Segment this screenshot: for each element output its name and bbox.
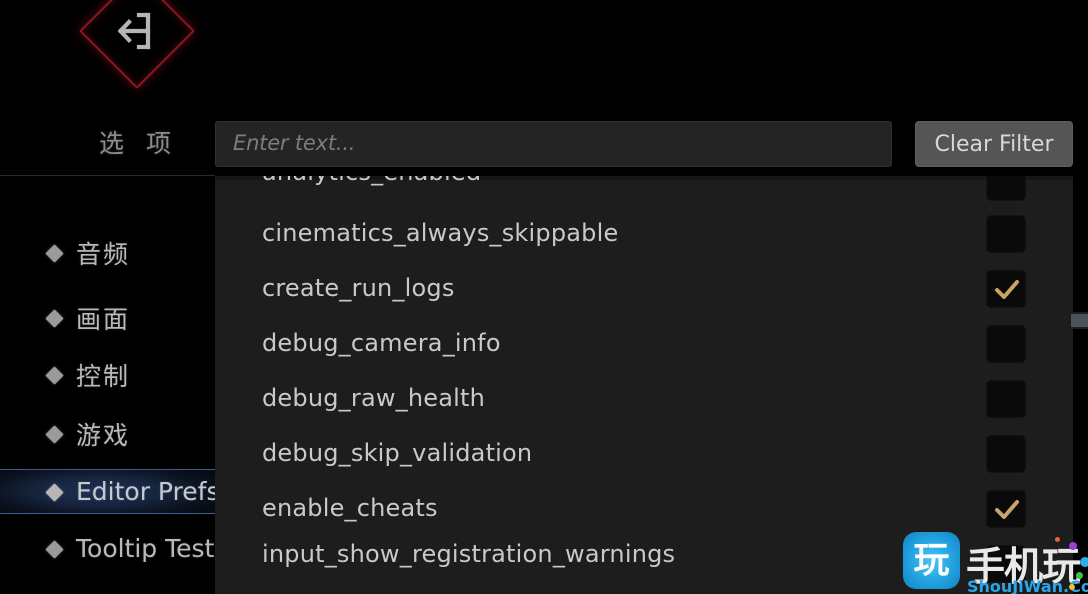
setting-label: debug_skip_validation (262, 438, 533, 467)
vertical-scrollbar-thumb[interactable] (1071, 312, 1088, 329)
setting-row[interactable]: enable_cheats (215, 481, 1073, 536)
setting-label: input_show_registration_warnings (262, 539, 676, 568)
checkbox-unchecked[interactable] (986, 176, 1026, 201)
search-input[interactable]: Enter text... (215, 121, 892, 167)
watermark-badge-char: 玩 (913, 539, 950, 581)
sidebar-item-label: 游戏 (76, 420, 131, 450)
diamond-bullet-icon (45, 424, 64, 444)
back-exit-arrow-icon (117, 12, 151, 50)
diamond-bullet-icon (45, 308, 64, 328)
setting-row[interactable]: cinematics_always_skippable (215, 206, 1073, 261)
setting-row[interactable]: create_run_logs (215, 261, 1073, 316)
sidebar-nav: 音频画面控制游戏 Editor Prefs Tooltip Test 系统设置 (0, 176, 215, 594)
page-title: 选 项 (99, 129, 178, 158)
setting-row[interactable]: debug_raw_health (215, 371, 1073, 426)
checkmark-icon (992, 275, 1022, 305)
options-screen: 选 项 Enter text... Clear Filter 音频画面控制游戏 E… (0, 0, 1088, 594)
sidebar-item-label: Tooltip Test (76, 534, 215, 563)
clear-filter-button[interactable]: Clear Filter (915, 121, 1073, 167)
sidebar-item-label: 系统设置 (76, 588, 184, 594)
checkbox-checked[interactable] (986, 489, 1026, 528)
sidebar-item-5[interactable]: Editor Prefs (0, 469, 215, 514)
setting-label: create_run_logs (262, 273, 455, 302)
sidebar-item-label: 画面 (76, 304, 131, 334)
diamond-bullet-icon (45, 243, 64, 263)
watermark-badge-icon: 玩 (903, 532, 960, 589)
watermark: 玩 手机玩 ShouJiWan.Com (903, 532, 1088, 594)
sidebar-item-label: 控制 (76, 361, 131, 391)
setting-row[interactable]: analytics_enabled (215, 176, 1073, 209)
sidebar-item-label: 音频 (76, 239, 131, 269)
checkbox-checked[interactable] (986, 269, 1026, 308)
setting-label: debug_camera_info (262, 328, 501, 357)
setting-label: analytics_enabled (262, 176, 481, 186)
diamond-bullet-icon (45, 482, 64, 502)
checkbox-unchecked[interactable] (986, 324, 1026, 363)
back-button[interactable] (79, 0, 204, 98)
checkmark-icon (992, 495, 1022, 525)
setting-row[interactable]: debug_camera_info (215, 316, 1073, 371)
sidebar-item-1[interactable]: 音频 (0, 230, 215, 275)
sidebar-item-3[interactable]: 控制 (0, 352, 215, 397)
sidebar-item-6[interactable]: Tooltip Test (0, 526, 215, 571)
setting-label: debug_raw_health (262, 383, 486, 412)
search-placeholder: Enter text... (233, 131, 356, 155)
checkbox-unchecked[interactable] (986, 434, 1026, 473)
diamond-bullet-icon (45, 539, 64, 559)
setting-label: enable_cheats (262, 493, 438, 522)
checkbox-unchecked[interactable] (986, 214, 1026, 253)
setting-label: cinematics_always_skippable (262, 218, 619, 247)
setting-row[interactable]: debug_skip_validation (215, 426, 1073, 481)
header-bar: 选 项 Enter text... Clear Filter (0, 0, 1088, 176)
sidebar-item-2[interactable]: 画面 (0, 295, 215, 340)
sidebar-item-7[interactable]: 系统设置 (0, 583, 215, 594)
diamond-bullet-icon (45, 365, 64, 385)
sidebar-item-label: Editor Prefs (76, 477, 215, 506)
checkbox-unchecked[interactable] (986, 379, 1026, 418)
sidebar-item-4[interactable]: 游戏 (0, 411, 215, 456)
